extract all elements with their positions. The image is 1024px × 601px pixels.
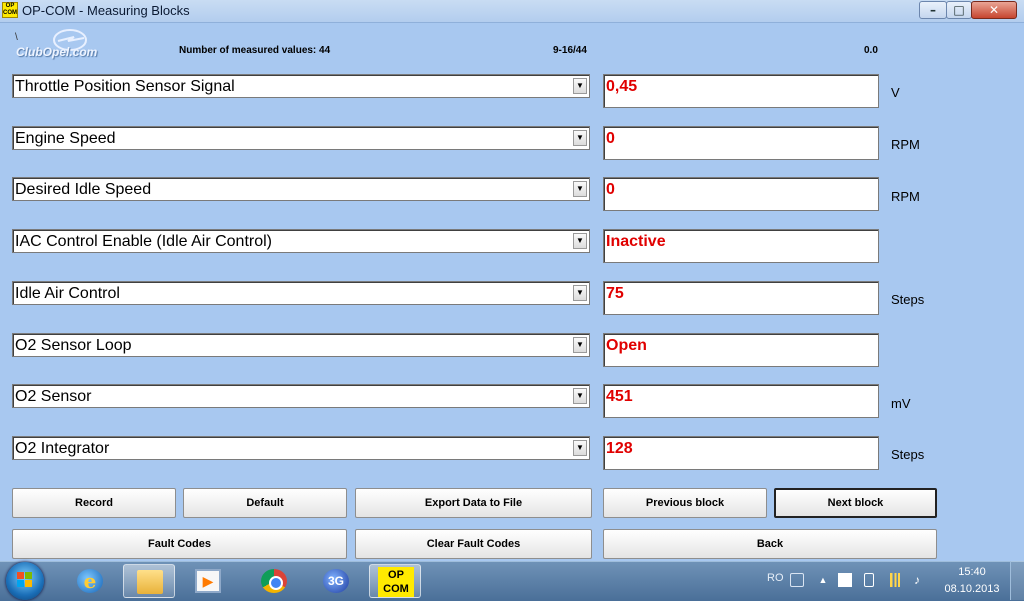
taskbar-chrome[interactable] [248, 564, 300, 598]
measured-values-count: Number of measured values: 44 [179, 45, 331, 56]
chevron-down-icon[interactable]: ▼ [573, 130, 587, 146]
windows-logo-icon [17, 572, 32, 587]
measurement-name: IAC Control Enable (Idle Air Control) [15, 233, 272, 250]
internet-explorer-icon: e [77, 569, 103, 593]
chevron-down-icon[interactable]: ▼ [573, 78, 587, 94]
measurement-value-box: 0 [603, 177, 879, 211]
window-title: OP-COM - Measuring Blocks [22, 3, 190, 18]
measurement-select-6[interactable]: O2 Sensor Loop ▼ [12, 333, 590, 357]
chevron-down-icon[interactable]: ▼ [573, 337, 587, 353]
clock-date[interactable]: 08.10.2013 [940, 583, 1004, 595]
measurement-name: Throttle Position Sensor Signal [15, 78, 235, 95]
measurement-name: O2 Integrator [15, 440, 110, 457]
back-button[interactable]: Back [603, 529, 937, 559]
taskbar-op-com[interactable]: OP COM [369, 564, 421, 598]
chevron-down-icon[interactable]: ▼ [573, 181, 587, 197]
measurement-value: 0 [606, 181, 615, 198]
chevron-down-icon[interactable]: ▼ [573, 233, 587, 249]
minimize-button[interactable]: – [919, 1, 947, 19]
elapsed-time: 0.0 [864, 45, 878, 56]
measurement-name: O2 Sensor [15, 388, 92, 405]
show-hidden-icons-icon[interactable]: ▲ [816, 573, 830, 587]
measurement-value-box: Open [603, 333, 879, 367]
export-data-button[interactable]: Export Data to File [355, 488, 592, 518]
measurement-value-box: 0,45 [603, 74, 879, 108]
default-button[interactable]: Default [183, 488, 347, 518]
measurement-value: Inactive [606, 233, 666, 250]
opcom-app-icon: OP COM [2, 2, 18, 18]
measurement-select-8[interactable]: O2 Integrator ▼ [12, 436, 590, 460]
logo-text: ClubOpel.com [16, 45, 98, 59]
clear-fault-codes-button[interactable]: Clear Fault Codes [355, 529, 592, 559]
block-range: 9-16/44 [553, 45, 587, 56]
next-block-button[interactable]: Next block [774, 488, 937, 518]
measurement-value-box: Inactive [603, 229, 879, 263]
volume-icon[interactable]: ♪ [910, 573, 924, 587]
keyboard-icon[interactable] [790, 573, 804, 587]
measurement-name: Idle Air Control [15, 285, 120, 302]
maximize-button[interactable]: □ [946, 1, 972, 19]
language-indicator[interactable]: RO [767, 572, 784, 584]
measurement-select-1[interactable]: Throttle Position Sensor Signal ▼ [12, 74, 590, 98]
close-button[interactable]: ✕ [971, 1, 1017, 19]
measurement-name: Engine Speed [15, 130, 116, 147]
measurement-value-box: 451 [603, 384, 879, 418]
measurement-value: 0 [606, 130, 615, 147]
3g-modem-icon: 3G [323, 569, 349, 593]
measurement-unit: V [891, 85, 900, 100]
measurement-value: Open [606, 337, 647, 354]
measurement-select-2[interactable]: Engine Speed ▼ [12, 126, 590, 150]
opcom-icon: OP COM [378, 567, 414, 597]
taskbar-media-player[interactable]: ▶ [182, 564, 234, 598]
measurement-value: 128 [606, 440, 633, 457]
folder-icon [137, 570, 163, 594]
clock-time[interactable]: 15:40 [944, 566, 1000, 578]
chrome-icon [261, 569, 287, 593]
measurement-name: Desired Idle Speed [15, 181, 152, 198]
fault-codes-button[interactable]: Fault Codes [12, 529, 347, 559]
previous-block-button[interactable]: Previous block [603, 488, 767, 518]
action-center-icon[interactable] [838, 573, 852, 587]
chevron-down-icon[interactable]: ▼ [573, 285, 587, 301]
measurement-select-4[interactable]: IAC Control Enable (Idle Air Control) ▼ [12, 229, 590, 253]
measurement-unit: RPM [891, 137, 920, 152]
measurement-unit: Steps [891, 447, 925, 462]
record-button[interactable]: Record [12, 488, 176, 518]
measurement-name: O2 Sensor Loop [15, 337, 132, 354]
measurement-value-box: 0 [603, 126, 879, 160]
show-desktop-button[interactable] [1010, 561, 1024, 600]
measurement-unit: Steps [891, 292, 925, 307]
measurement-value: 0,45 [606, 78, 638, 95]
taskbar-3g-modem[interactable]: 3G [310, 564, 362, 598]
measurement-select-7[interactable]: O2 Sensor ▼ [12, 384, 590, 408]
measurement-value: 75 [606, 285, 624, 302]
network-signal-icon[interactable] [886, 573, 900, 587]
chevron-down-icon[interactable]: ▼ [573, 440, 587, 456]
measurement-unit: mV [891, 396, 911, 411]
measurement-select-3[interactable]: Desired Idle Speed ▼ [12, 177, 590, 201]
taskbar-internet-explorer[interactable]: e [64, 564, 116, 598]
measurement-unit: RPM [891, 189, 920, 204]
taskbar-file-explorer[interactable] [123, 564, 175, 598]
measurement-value-box: 75 [603, 281, 879, 315]
measurement-value: 451 [606, 388, 633, 405]
media-player-icon: ▶ [195, 569, 221, 593]
measurement-value-box: 128 [603, 436, 879, 470]
measurement-select-5[interactable]: Idle Air Control ▼ [12, 281, 590, 305]
battery-icon[interactable] [864, 573, 874, 587]
chevron-down-icon[interactable]: ▼ [573, 388, 587, 404]
